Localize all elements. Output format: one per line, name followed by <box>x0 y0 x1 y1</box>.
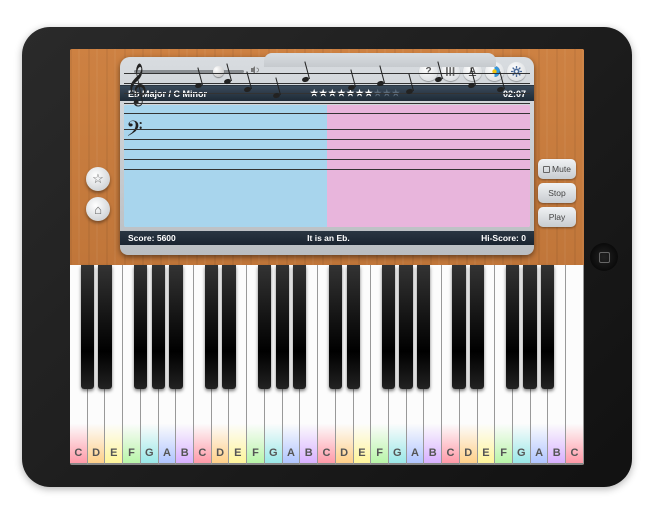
white-key-B[interactable]: B <box>176 265 194 465</box>
white-key-E[interactable]: E <box>105 265 123 465</box>
white-key-G[interactable]: G <box>389 265 407 465</box>
play-button[interactable]: Play <box>538 207 576 227</box>
home-icon-button[interactable]: ⌂ <box>86 197 110 221</box>
white-key-D[interactable]: D <box>212 265 230 465</box>
white-key-C[interactable]: C <box>70 265 88 465</box>
white-key-C[interactable]: C <box>318 265 336 465</box>
white-key-E[interactable]: E <box>478 265 496 465</box>
ipad-frame: ☆ ⌂ ? A Eb Major / C Minor <box>22 27 632 487</box>
white-key-D[interactable]: D <box>460 265 478 465</box>
white-key-A[interactable]: A <box>283 265 301 465</box>
white-key-G[interactable]: G <box>265 265 283 465</box>
white-key-D[interactable]: D <box>336 265 354 465</box>
white-key-G[interactable]: G <box>141 265 159 465</box>
white-key-D[interactable]: D <box>88 265 106 465</box>
white-key-F[interactable]: F <box>495 265 513 465</box>
white-key-C[interactable]: C <box>194 265 212 465</box>
white-key-F[interactable]: F <box>123 265 141 465</box>
white-key-A[interactable]: A <box>159 265 177 465</box>
mute-button[interactable]: Mute <box>538 159 576 179</box>
white-key-A[interactable]: A <box>407 265 425 465</box>
white-key-B[interactable]: B <box>424 265 442 465</box>
white-key-B[interactable]: B <box>548 265 566 465</box>
white-key-F[interactable]: F <box>371 265 389 465</box>
app-screen: ☆ ⌂ ? A Eb Major / C Minor <box>70 49 584 465</box>
white-key-B[interactable]: B <box>300 265 318 465</box>
white-key-E[interactable]: E <box>354 265 372 465</box>
white-key-G[interactable]: G <box>513 265 531 465</box>
white-key-C[interactable]: C <box>566 265 584 465</box>
white-key-A[interactable]: A <box>531 265 549 465</box>
white-key-F[interactable]: F <box>247 265 265 465</box>
piano-keyboard: CDEFGABCDEFGABCDEFGABCDEFGABC <box>70 265 584 465</box>
home-button[interactable] <box>590 243 618 271</box>
stop-button[interactable]: Stop <box>538 183 576 203</box>
staff-area: 𝄞 𝄢 <box>124 105 530 227</box>
favorite-button[interactable]: ☆ <box>86 167 110 191</box>
main-panel: ? A Eb Major / C Minor ★★★★★★★★★★ 02:07 … <box>120 57 534 255</box>
white-key-C[interactable]: C <box>442 265 460 465</box>
white-key-E[interactable]: E <box>229 265 247 465</box>
